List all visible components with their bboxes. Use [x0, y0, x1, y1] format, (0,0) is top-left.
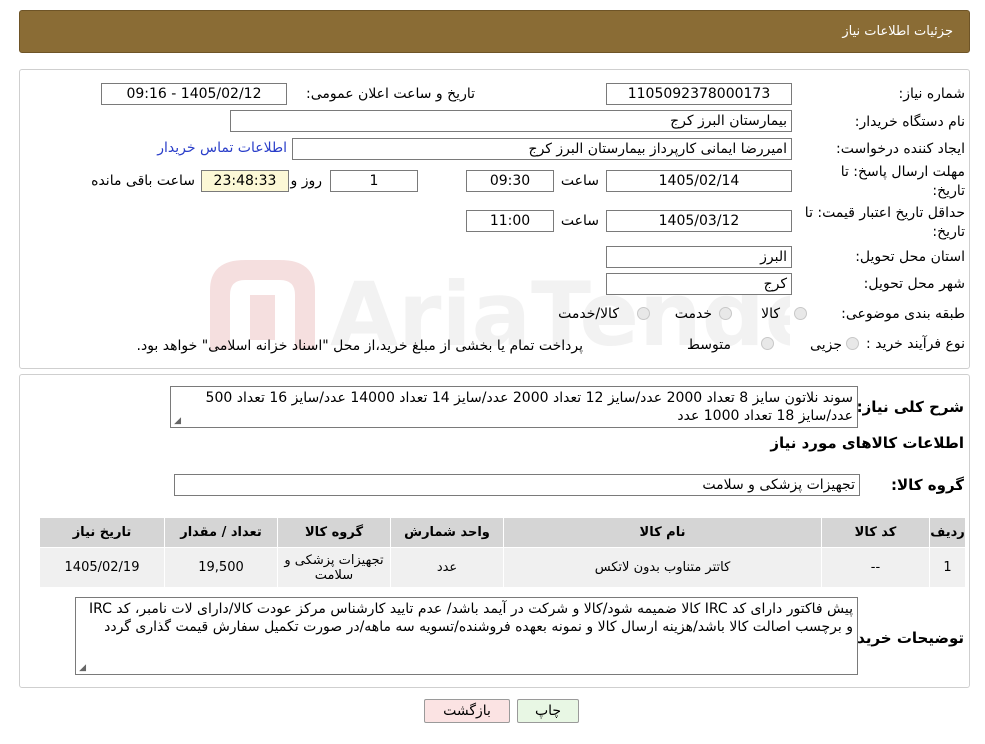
- process-partial-radio[interactable]: [846, 337, 859, 350]
- back-button[interactable]: بازگشت: [424, 699, 510, 723]
- process-note: پرداخت تمام یا بخشی از مبلغ خرید،از محل …: [136, 338, 583, 354]
- category-goods-service-radio[interactable]: [637, 307, 650, 320]
- validity-date-field[interactable]: 1405/03/12: [606, 210, 792, 232]
- announce-datetime-label: تاریخ و ساعت اعلان عمومی:: [306, 86, 475, 102]
- deadline-time-field[interactable]: 09:30: [466, 170, 554, 192]
- days-remaining-field[interactable]: 1: [330, 170, 418, 192]
- buyer-notes-text: پیش فاکتور دارای کد IRC کالا ضمیمه شود/ک…: [89, 601, 853, 635]
- deadline-date-field[interactable]: 1405/02/14: [606, 170, 792, 192]
- deadline-label-line1: مهلت ارسال پاسخ: تا: [840, 164, 965, 180]
- col-need-date: تاریخ نیاز: [39, 517, 165, 548]
- page-title: جزئیات اطلاعات نیاز: [842, 24, 953, 39]
- category-service-label: خدمت: [674, 306, 712, 322]
- province-field[interactable]: البرز: [606, 246, 792, 268]
- cell-item-group: تجهیزات پزشکی و سلامت: [277, 547, 391, 588]
- goods-table-header: ردیف کد کالا نام کالا واحد شمارش گروه کا…: [39, 517, 966, 548]
- process-medium-radio[interactable]: [761, 337, 774, 350]
- cell-item-name: کاتتر متناوب بدون لاتکس: [503, 547, 822, 588]
- province-label: استان محل تحویل:: [855, 249, 965, 265]
- col-item-code: کد کالا: [821, 517, 930, 548]
- goods-group-label: گروه کالا:: [891, 476, 964, 494]
- days-label: روز و: [290, 173, 323, 189]
- process-partial-label: جزیی: [810, 337, 842, 353]
- resize-grip-icon[interactable]: ◢: [78, 664, 86, 673]
- print-button[interactable]: چاپ: [517, 699, 579, 723]
- cell-item-code: --: [821, 547, 930, 588]
- buyer-name-label: نام دستگاه خریدار:: [854, 114, 965, 130]
- col-item-name: نام کالا: [503, 517, 822, 548]
- category-service-radio[interactable]: [719, 307, 732, 320]
- summary-textarea[interactable]: سوند نلاتون سایز 8 تعداد 2000 عدد/سایز 1…: [170, 386, 858, 428]
- cell-unit: عدد: [390, 547, 504, 588]
- process-medium-label: متوسط: [687, 337, 731, 353]
- page-header: جزئیات اطلاعات نیاز: [19, 10, 970, 53]
- validity-time-field[interactable]: 11:00: [466, 210, 554, 232]
- validity-label-line2: تاریخ:: [932, 224, 965, 240]
- creator-field[interactable]: امیررضا ایمانی کارپرداز بیمارستان البرز …: [292, 138, 792, 160]
- time-remaining-label: ساعت باقی مانده: [91, 173, 195, 189]
- col-unit: واحد شمارش: [390, 517, 504, 548]
- time-remaining-field[interactable]: 23:48:33: [201, 170, 289, 192]
- validity-time-label: ساعت: [560, 213, 599, 229]
- buyer-contact-link[interactable]: اطلاعات تماس خریدار: [157, 140, 287, 156]
- deadline-label-line2: تاریخ:: [932, 183, 965, 199]
- cell-need-date: 1405/02/19: [39, 547, 165, 588]
- category-goods-radio[interactable]: [794, 307, 807, 320]
- buyer-notes-textarea[interactable]: پیش فاکتور دارای کد IRC کالا ضمیمه شود/ک…: [75, 597, 858, 675]
- category-label: طبقه بندی موضوعی:: [841, 306, 965, 322]
- col-row-number: ردیف: [929, 517, 966, 548]
- summary-text: سوند نلاتون سایز 8 تعداد 2000 عدد/سایز 1…: [205, 390, 853, 424]
- col-quantity: تعداد / مقدار: [164, 517, 278, 548]
- buyer-name-field[interactable]: بیمارستان البرز کرج: [230, 110, 792, 132]
- need-number-field[interactable]: 1105092378000173: [606, 83, 792, 105]
- need-number-label: شماره نیاز:: [898, 86, 966, 102]
- resize-grip-icon[interactable]: ◢: [173, 417, 181, 426]
- goods-section-title: اطلاعات کالاهای مورد نیاز: [770, 434, 964, 452]
- deadline-time-label: ساعت: [560, 173, 599, 189]
- validity-label-line1: حداقل تاریخ اعتبار قیمت: تا: [804, 205, 965, 221]
- cell-row-number: 1: [929, 547, 966, 588]
- announce-datetime-field[interactable]: 1405/02/12 - 09:16: [101, 83, 287, 105]
- creator-label: ایجاد کننده درخواست:: [836, 141, 965, 157]
- category-goods-service-label: کالا/خدمت: [558, 306, 619, 322]
- city-field[interactable]: کرج: [606, 273, 792, 295]
- table-row: 1 -- کاتتر متناوب بدون لاتکس عدد تجهیزات…: [39, 547, 966, 588]
- summary-label: شرح کلی نیاز:: [856, 398, 964, 416]
- goods-table: ردیف کد کالا نام کالا واحد شمارش گروه کا…: [39, 517, 966, 588]
- col-item-group: گروه کالا: [277, 517, 391, 548]
- category-goods-label: کالا: [761, 306, 780, 322]
- cell-quantity: 19,500: [164, 547, 278, 588]
- process-type-label: نوع فرآیند خرید :: [866, 336, 965, 352]
- city-label: شهر محل تحویل:: [863, 276, 965, 292]
- goods-group-field[interactable]: تجهیزات پزشکی و سلامت: [174, 474, 860, 496]
